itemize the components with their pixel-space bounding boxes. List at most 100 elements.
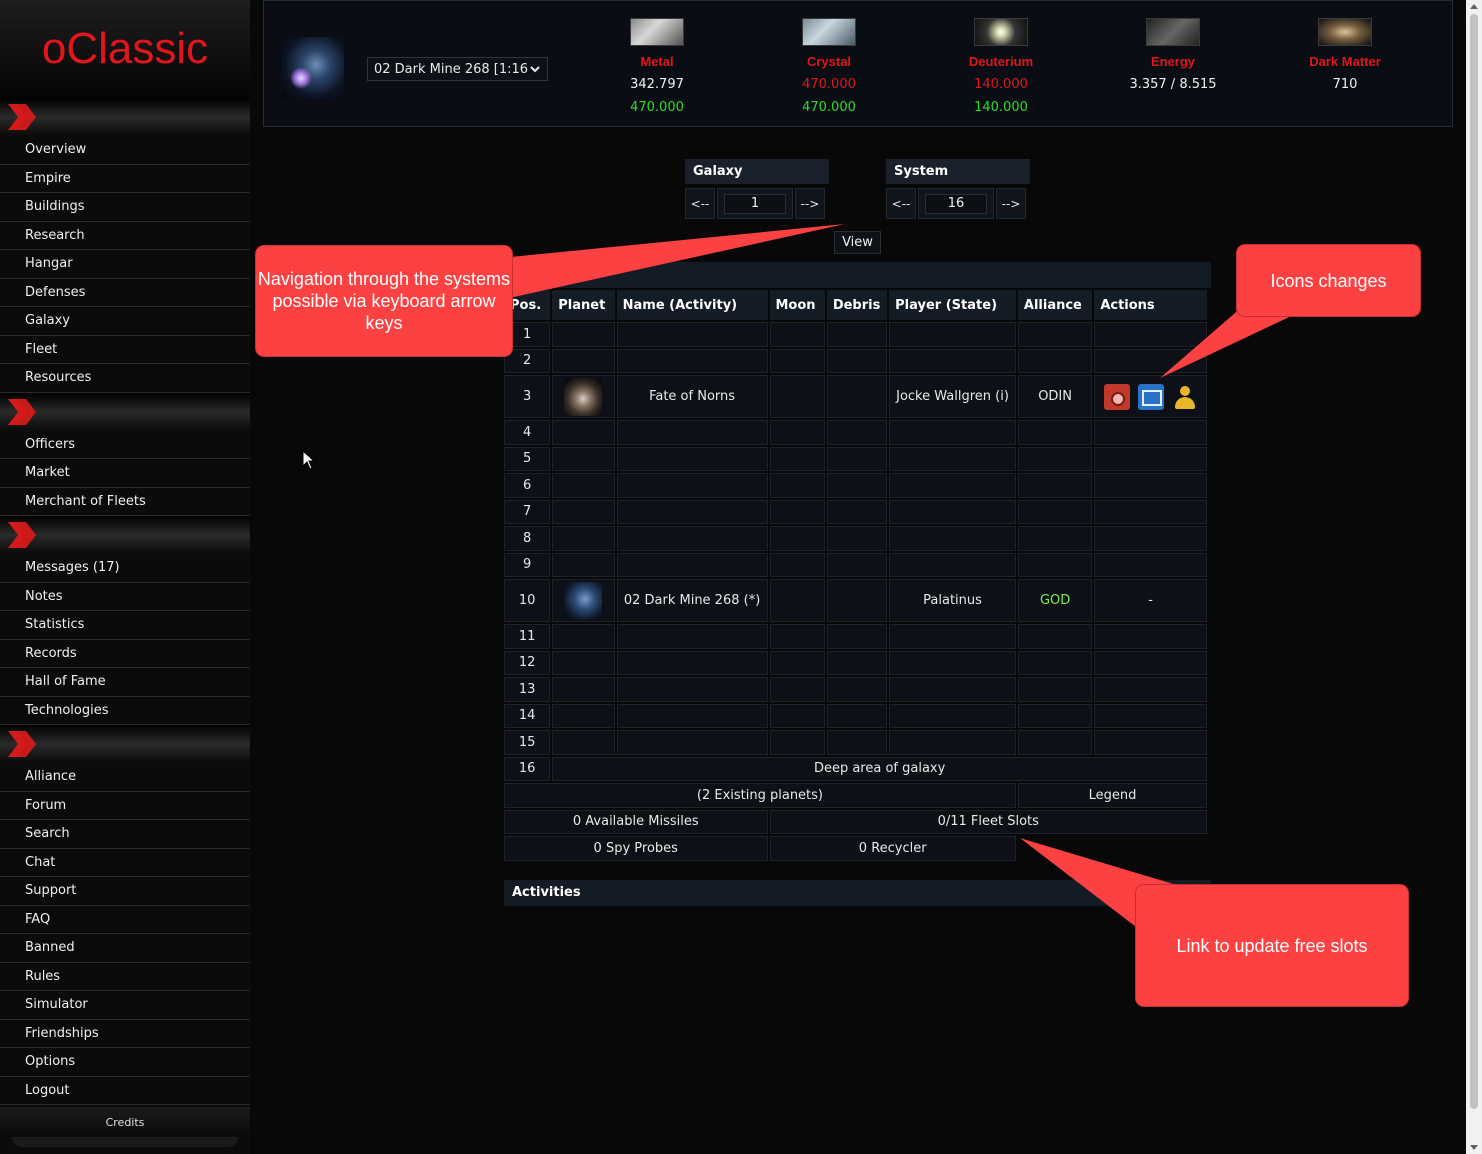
debris-cell bbox=[826, 703, 888, 728]
logo[interactable]: oClassic bbox=[0, 0, 250, 98]
sidebar-item-officers[interactable]: Officers bbox=[0, 430, 250, 459]
sidebar-item-hangar[interactable]: Hangar bbox=[0, 250, 250, 279]
metal-label[interactable]: Metal bbox=[582, 54, 732, 69]
crystal-label[interactable]: Crystal bbox=[754, 54, 904, 69]
moon-cell bbox=[769, 499, 825, 524]
table-row: 9 bbox=[504, 552, 1207, 577]
sidebar-item-search[interactable]: Search bbox=[0, 820, 250, 849]
dark-matter-label[interactable]: Dark Matter bbox=[1270, 54, 1420, 69]
actions-cell bbox=[1094, 730, 1207, 755]
position-cell: 4 bbox=[504, 420, 551, 445]
system-input[interactable]: 16 bbox=[918, 188, 994, 219]
page-scrollbar[interactable] bbox=[1466, 0, 1482, 1154]
scroll-up-icon[interactable] bbox=[1470, 4, 1478, 9]
system-prev-button[interactable]: <-- bbox=[886, 188, 916, 219]
activities-header: Activities bbox=[504, 880, 1211, 906]
scroll-thumb[interactable] bbox=[1470, 14, 1478, 1109]
energy-value: 3.357 / 8.515 bbox=[1129, 77, 1217, 92]
planet-thumbnail[interactable] bbox=[564, 377, 603, 416]
system-next-button[interactable]: --> bbox=[996, 188, 1026, 219]
galaxy-input[interactable]: 1 bbox=[717, 188, 793, 219]
sidebar-item-faq[interactable]: FAQ bbox=[0, 905, 250, 934]
sidebar-item-friendships[interactable]: Friendships bbox=[0, 1019, 250, 1048]
sidebar-item-notes[interactable]: Notes bbox=[0, 582, 250, 611]
player-cell bbox=[889, 703, 1016, 728]
scroll-down-icon[interactable] bbox=[1470, 1145, 1478, 1150]
sidebar-item-overview[interactable]: Overview bbox=[0, 136, 250, 165]
deuterium-icon bbox=[974, 18, 1028, 46]
debris-cell bbox=[826, 730, 888, 755]
nav-note-text: Navigation through the systems possible … bbox=[257, 269, 511, 333]
galaxy-next-button[interactable]: --> bbox=[795, 188, 825, 219]
double-chevron-icon bbox=[8, 731, 36, 757]
debris-cell bbox=[826, 322, 888, 347]
column-header: Alliance bbox=[1017, 290, 1093, 320]
sidebar-item-rules[interactable]: Rules bbox=[0, 962, 250, 991]
planet-name-cell bbox=[616, 322, 768, 347]
camera-icon[interactable] bbox=[1103, 383, 1130, 410]
sidebar-item-simulator[interactable]: Simulator bbox=[0, 991, 250, 1020]
view-button[interactable]: View bbox=[834, 231, 881, 254]
sidebar-item-fleet[interactable]: Fleet bbox=[0, 335, 250, 364]
table-row: 11 bbox=[504, 624, 1207, 649]
sidebar-item-buildings[interactable]: Buildings bbox=[0, 193, 250, 222]
sidebar-item-forum[interactable]: Forum bbox=[0, 791, 250, 820]
debris-cell bbox=[826, 420, 888, 445]
player-cell[interactable]: Palatinus bbox=[889, 579, 1016, 622]
planet-thumbnail[interactable] bbox=[564, 581, 603, 620]
planet-name-cell bbox=[616, 650, 768, 675]
mail-icon[interactable] bbox=[1137, 383, 1164, 410]
legend-link[interactable]: Legend bbox=[1017, 783, 1207, 808]
player-cell[interactable]: Jocke Wallgren (i) bbox=[889, 375, 1016, 418]
moon-cell bbox=[769, 348, 825, 373]
actions-cell bbox=[1094, 499, 1207, 524]
sidebar-item-research[interactable]: Research bbox=[0, 221, 250, 250]
buddy-icon[interactable] bbox=[1171, 383, 1198, 410]
sidebar-footer bbox=[12, 1137, 238, 1147]
sidebar-item-defenses[interactable]: Defenses bbox=[0, 278, 250, 307]
planet-cell[interactable] bbox=[552, 579, 615, 622]
debris-cell bbox=[826, 499, 888, 524]
moon-cell bbox=[769, 677, 825, 702]
planet-cell[interactable] bbox=[552, 375, 615, 418]
dark-matter-value: 710 bbox=[1332, 77, 1358, 92]
energy-label[interactable]: Energy bbox=[1098, 54, 1248, 69]
sidebar-item-banned[interactable]: Banned bbox=[0, 934, 250, 963]
credits-link[interactable]: Credits bbox=[0, 1107, 250, 1137]
sidebar-item-statistics[interactable]: Statistics bbox=[0, 611, 250, 640]
planet-name-cell[interactable]: Fate of Norns bbox=[616, 375, 768, 418]
sidebar-item-support[interactable]: Support bbox=[0, 877, 250, 906]
sidebar-item-options[interactable]: Options bbox=[0, 1048, 250, 1077]
planet-cell bbox=[552, 624, 615, 649]
sidebar-item-technologies[interactable]: Technologies bbox=[0, 696, 250, 725]
planet-name-cell bbox=[616, 677, 768, 702]
sidebar-item-chat[interactable]: Chat bbox=[0, 848, 250, 877]
deuterium-label[interactable]: Deuterium bbox=[926, 54, 1076, 69]
debris-cell bbox=[826, 473, 888, 498]
sidebar-item-messages-17[interactable]: Messages (17) bbox=[0, 554, 250, 583]
sidebar-item-galaxy[interactable]: Galaxy bbox=[0, 307, 250, 336]
sidebar-item-hall-of-fame[interactable]: Hall of Fame bbox=[0, 668, 250, 697]
mouse-cursor-icon bbox=[302, 450, 316, 470]
sidebar-item-market[interactable]: Market bbox=[0, 459, 250, 488]
position-cell: 14 bbox=[504, 703, 551, 728]
sidebar-item-records[interactable]: Records bbox=[0, 639, 250, 668]
planet-cell bbox=[552, 420, 615, 445]
sidebar-item-resources[interactable]: Resources bbox=[0, 364, 250, 393]
section-header bbox=[0, 516, 250, 554]
galaxy-prev-button[interactable]: <-- bbox=[685, 188, 715, 219]
resource-deuterium: Deuterium 140.000 140.000 bbox=[926, 18, 1076, 115]
summary-row: (2 Existing planets) Legend bbox=[504, 783, 1207, 808]
sidebar-item-logout[interactable]: Logout bbox=[0, 1076, 250, 1105]
fleet-slots-link[interactable]: 0/11 Fleet Slots bbox=[769, 809, 1207, 834]
alliance-cell[interactable]: GOD bbox=[1017, 579, 1093, 622]
planet-select[interactable]: 02 Dark Mine 268 [1:16 bbox=[367, 57, 548, 81]
current-planet-image[interactable] bbox=[282, 37, 344, 99]
sidebar-item-alliance[interactable]: Alliance bbox=[0, 763, 250, 792]
position-cell: 10 bbox=[504, 579, 551, 622]
planet-name-cell[interactable]: 02 Dark Mine 268 (*) bbox=[616, 579, 768, 622]
sidebar-item-empire[interactable]: Empire bbox=[0, 164, 250, 193]
summary-row: 0 Spy Probes 0 Recycler bbox=[504, 836, 1207, 861]
alliance-cell[interactable]: ODIN bbox=[1017, 375, 1093, 418]
sidebar-item-merchant-of-fleets[interactable]: Merchant of Fleets bbox=[0, 487, 250, 516]
